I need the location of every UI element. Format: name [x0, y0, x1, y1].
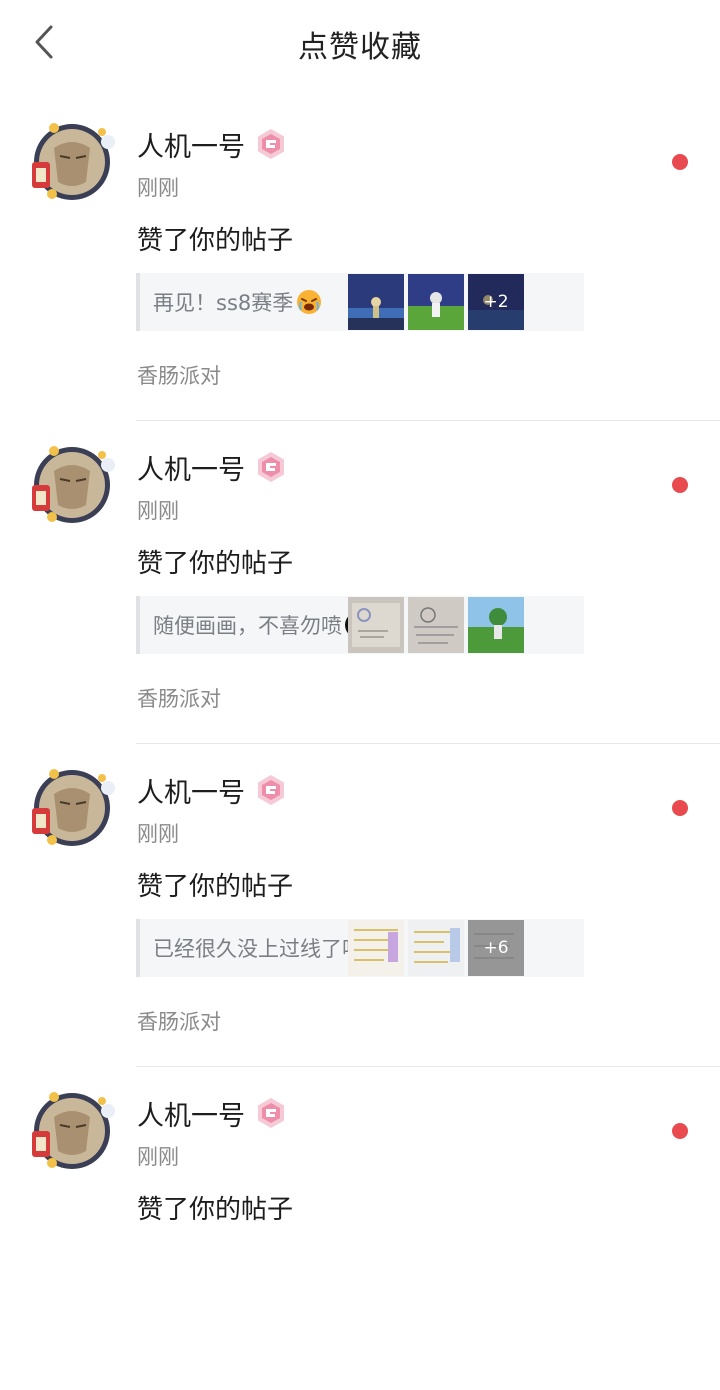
timestamp: 刚刚: [137, 499, 179, 523]
top-bar: 点赞收藏: [0, 0, 720, 84]
level-badge-icon: [258, 1098, 284, 1128]
post-thumbnails: +2: [348, 274, 524, 330]
post-thumbnails: +6: [348, 920, 524, 976]
level-badge-icon: [258, 129, 284, 159]
user-name[interactable]: 人机一号: [137, 125, 245, 164]
source-tag[interactable]: 香肠派对: [137, 1006, 221, 1036]
avatar[interactable]: [24, 764, 118, 850]
user-row: 人机一号: [137, 125, 287, 164]
list-item[interactable]: 人机一号 刚刚 赞了你的帖子 已经很久没上过线了吧 +6 香肠派对: [0, 744, 720, 1067]
source-tag[interactable]: 香肠派对: [137, 683, 221, 713]
action-text: 赞了你的帖子: [137, 549, 294, 579]
user-row: 人机一号: [137, 448, 287, 487]
post-preview[interactable]: 再见！ss8赛季 +2: [136, 273, 584, 331]
user-row: 人机一号: [137, 771, 287, 810]
post-thumbnail[interactable]: [348, 597, 404, 653]
more-images-count: +6: [468, 920, 524, 976]
level-badge-icon: [258, 452, 284, 482]
post-thumbnails: [348, 597, 524, 653]
user-name[interactable]: 人机一号: [137, 1094, 245, 1133]
source-tag[interactable]: 香肠派对: [137, 360, 221, 390]
avatar[interactable]: [24, 1087, 118, 1173]
level-badge-icon: [258, 775, 284, 805]
crying-face-icon: [297, 290, 322, 314]
unread-dot: [672, 1123, 688, 1139]
post-thumbnail[interactable]: [348, 920, 404, 976]
post-preview[interactable]: 随便画画，不喜勿喷: [136, 596, 584, 654]
post-thumbnail[interactable]: [348, 274, 404, 330]
post-thumbnail[interactable]: [408, 274, 464, 330]
timestamp: 刚刚: [137, 822, 179, 846]
action-text: 赞了你的帖子: [137, 872, 294, 902]
notification-list: 人机一号 刚刚 赞了你的帖子 再见！ss8赛季 +2 香肠派对 人机一号 刚刚 …: [0, 98, 720, 1390]
unread-dot: [672, 800, 688, 816]
user-row: 人机一号: [137, 1094, 287, 1133]
post-preview[interactable]: 已经很久没上过线了吧 +6: [136, 919, 584, 977]
post-thumbnail[interactable]: +2: [468, 274, 524, 330]
avatar[interactable]: [24, 118, 118, 204]
timestamp: 刚刚: [137, 1145, 179, 1169]
more-images-count: +2: [468, 274, 524, 330]
unread-dot: [672, 477, 688, 493]
avatar[interactable]: [24, 441, 118, 527]
post-preview-text: 随便画画，不喜勿喷: [153, 614, 342, 638]
list-item[interactable]: 人机一号 刚刚 赞了你的帖子 再见！ss8赛季 +2 香肠派对: [0, 98, 720, 421]
list-item[interactable]: 人机一号 刚刚 赞了你的帖子: [0, 1067, 720, 1390]
user-name[interactable]: 人机一号: [137, 771, 245, 810]
action-text: 赞了你的帖子: [137, 226, 294, 256]
list-item[interactable]: 人机一号 刚刚 赞了你的帖子 随便画画，不喜勿喷 香肠派对: [0, 421, 720, 744]
post-thumbnail[interactable]: [468, 597, 524, 653]
action-text: 赞了你的帖子: [137, 1195, 294, 1225]
post-preview-text: 已经很久没上过线了吧: [153, 937, 363, 961]
post-thumbnail[interactable]: +6: [468, 920, 524, 976]
post-preview-text: 再见！ss8赛季: [153, 291, 294, 315]
unread-dot: [672, 154, 688, 170]
post-thumbnail[interactable]: [408, 597, 464, 653]
page-title: 点赞收藏: [298, 30, 422, 65]
timestamp: 刚刚: [137, 176, 179, 200]
post-thumbnail[interactable]: [408, 920, 464, 976]
user-name[interactable]: 人机一号: [137, 448, 245, 487]
